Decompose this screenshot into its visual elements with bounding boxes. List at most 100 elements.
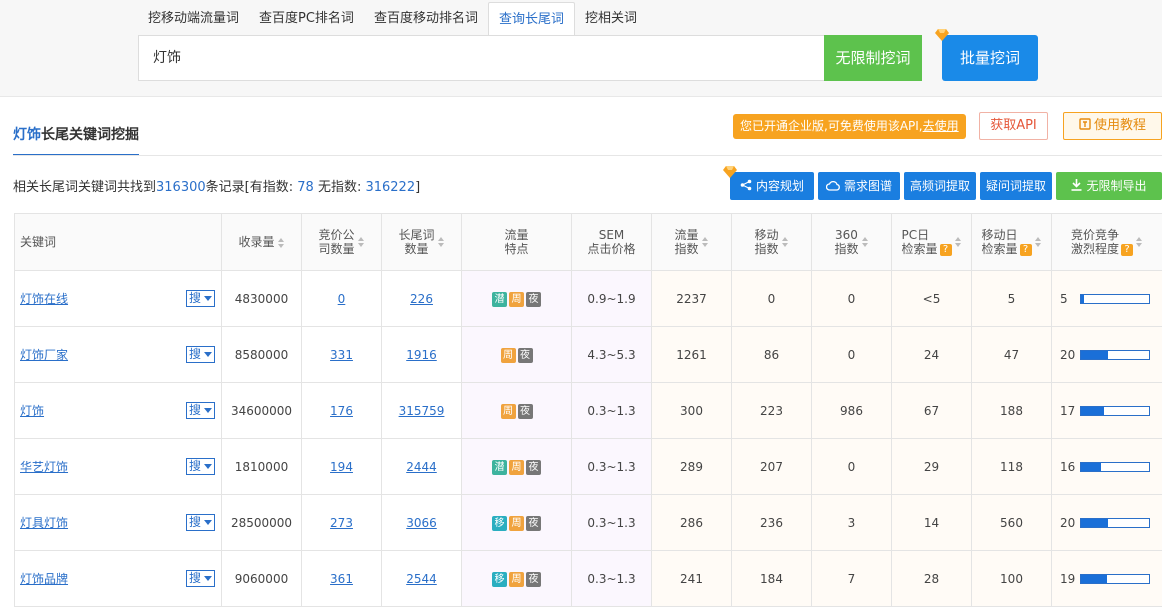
traffic-tag: 夜 — [518, 404, 533, 419]
demand-graph-label: 需求图谱 — [844, 179, 892, 193]
longtail-link[interactable]: 2544 — [406, 572, 437, 586]
content-plan-label: 内容规划 — [756, 179, 804, 193]
longtail-link[interactable]: 226 — [410, 292, 433, 306]
keyword-link[interactable]: 灯饰在线 — [20, 292, 68, 306]
col-indexed[interactable]: 收录量 — [222, 214, 302, 271]
content-plan-button[interactable]: 内容规划 — [730, 172, 814, 200]
index-360-cell: 0 — [812, 439, 892, 495]
index-360-cell: 7 — [812, 551, 892, 607]
get-api-button[interactable]: 获取API — [979, 112, 1048, 140]
batch-dig-button[interactable]: 批量挖词 — [942, 35, 1038, 81]
competition-value: 19 — [1060, 572, 1080, 586]
col-pc-daily[interactable]: PC日检索量? — [892, 214, 972, 271]
help-icon[interactable]: ? — [1121, 244, 1133, 256]
search-panel: 挖移动端流量词 查百度PC排名词 查百度移动排名词 查询长尾词 挖相关词 灯饰 … — [0, 0, 1162, 97]
bid-cell: 0 — [302, 271, 382, 327]
col-pc-label-1: PC日 — [901, 228, 929, 242]
keyword-link[interactable]: 灯具灯饰 — [20, 516, 68, 530]
caret-down-icon — [204, 520, 212, 525]
table-row: 灯饰搜34600000176315759周夜0.3~1.330022398667… — [15, 383, 1162, 439]
longtail-link[interactable]: 3066 — [406, 516, 437, 530]
enterprise-notice: 您已开通企业版,可免费使用该API,去使用 — [733, 114, 966, 139]
indexed-cell: 8580000 — [222, 327, 302, 383]
bid-link[interactable]: 0 — [338, 292, 346, 306]
search-dropdown-label: 搜 — [189, 515, 201, 529]
col-long-label-1: 长尾词 — [398, 228, 434, 242]
keyword-prefix: 灯具 — [20, 516, 44, 530]
keyword-link[interactable]: 华艺灯饰 — [20, 460, 68, 474]
pc-daily-cell: 24 — [892, 327, 972, 383]
col-mobile-label-2: 指数 — [754, 242, 778, 256]
col-mobile-daily[interactable]: 移动日检索量? — [972, 214, 1052, 271]
longtail-link[interactable]: 1916 — [406, 348, 437, 362]
keyword-link[interactable]: 灯饰 — [20, 404, 44, 418]
keyword-link[interactable]: 灯饰品牌 — [20, 572, 68, 586]
bid-link[interactable]: 361 — [330, 572, 353, 586]
tab-mobile-traffic[interactable]: 挖移动端流量词 — [138, 2, 249, 36]
col-360-index[interactable]: 360指数 — [812, 214, 892, 271]
help-icon[interactable]: ? — [940, 244, 952, 256]
unlimited-export-button[interactable]: 无限制导出 — [1056, 172, 1162, 200]
help-icon[interactable]: ? — [1020, 244, 1032, 256]
col-bid-label-2: 司数量 — [318, 242, 354, 256]
table-body: 灯饰在线搜48300000226潜周夜0.9~1.9223700<555灯饰厂家… — [15, 271, 1162, 607]
longtail-link[interactable]: 2444 — [406, 460, 437, 474]
col-competition[interactable]: 竞价竞争激烈程度? — [1052, 214, 1162, 271]
col-360-label-1: 360 — [835, 228, 858, 242]
keyword-highlight: 灯饰 — [20, 292, 44, 306]
search-dropdown-button[interactable]: 搜 — [186, 290, 215, 307]
keyword-cell: 灯饰厂家 搜 — [15, 327, 222, 383]
caret-down-icon — [204, 296, 212, 301]
keyword-cell: 灯具灯饰 搜 — [15, 495, 222, 551]
question-extract-button[interactable]: 疑问词提取 — [980, 172, 1052, 200]
indexed-cell: 4830000 — [222, 271, 302, 327]
tab-related[interactable]: 挖相关词 — [575, 2, 647, 36]
bid-link[interactable]: 273 — [330, 516, 353, 530]
index-360-cell: 0 — [812, 271, 892, 327]
longtail-cell: 315759 — [382, 383, 462, 439]
col-flow-index[interactable]: 流量指数 — [652, 214, 732, 271]
bid-link[interactable]: 331 — [330, 348, 353, 362]
bid-link[interactable]: 194 — [330, 460, 353, 474]
tutorial-button[interactable]: 使用教程 — [1063, 112, 1162, 140]
mobile-index-cell: 86 — [732, 327, 812, 383]
search-dropdown-button[interactable]: 搜 — [186, 570, 215, 587]
tab-longtail[interactable]: 查询长尾词 — [488, 2, 575, 37]
col-bid-companies[interactable]: 竞价公司数量 — [302, 214, 382, 271]
keyword-suffix: 在线 — [44, 292, 68, 306]
traffic-features-cell: 潜周夜 — [462, 439, 572, 495]
sort-icon — [438, 237, 445, 247]
tab-baidu-pc-rank[interactable]: 查百度PC排名词 — [249, 2, 364, 36]
col-mday-label-2: 检索量 — [981, 242, 1017, 256]
indexed-cell: 9060000 — [222, 551, 302, 607]
traffic-features-cell: 周夜 — [462, 327, 572, 383]
notice-use-link[interactable]: 去使用 — [923, 119, 959, 133]
keyword-highlight: 灯饰 — [20, 348, 44, 362]
col-sem-label-2: 点击价格 — [587, 242, 635, 256]
sort-icon — [278, 238, 285, 248]
col-mobile-index[interactable]: 移动指数 — [732, 214, 812, 271]
traffic-tag: 夜 — [526, 460, 541, 475]
traffic-tag: 夜 — [526, 292, 541, 307]
keyword-link[interactable]: 灯饰厂家 — [20, 348, 68, 362]
summary-suffix: ] — [415, 180, 420, 195]
search-dropdown-button[interactable]: 搜 — [186, 402, 215, 419]
demand-graph-button[interactable]: 需求图谱 — [818, 172, 900, 200]
tab-baidu-mobile-rank[interactable]: 查百度移动排名词 — [364, 2, 488, 36]
search-input[interactable]: 灯饰 — [138, 35, 824, 81]
search-dropdown-button[interactable]: 搜 — [186, 458, 215, 475]
high-freq-extract-button[interactable]: 高频词提取 — [904, 172, 976, 200]
unlimited-dig-button[interactable]: 无限制挖词 — [824, 35, 922, 81]
bid-link[interactable]: 176 — [330, 404, 353, 418]
col-feat-label-2: 特点 — [504, 242, 528, 256]
traffic-tag: 周 — [501, 404, 516, 419]
col-longtail-count[interactable]: 长尾词数量 — [382, 214, 462, 271]
sort-icon — [358, 237, 365, 247]
sort-icon — [782, 237, 789, 247]
search-dropdown-button[interactable]: 搜 — [186, 346, 215, 363]
col-sem-price: SEM点击价格 — [572, 214, 652, 271]
longtail-link[interactable]: 315759 — [399, 404, 445, 418]
search-dropdown-button[interactable]: 搜 — [186, 514, 215, 531]
table-row: 灯饰在线搜48300000226潜周夜0.9~1.9223700<555 — [15, 271, 1162, 327]
search-dropdown-label: 搜 — [189, 291, 201, 305]
